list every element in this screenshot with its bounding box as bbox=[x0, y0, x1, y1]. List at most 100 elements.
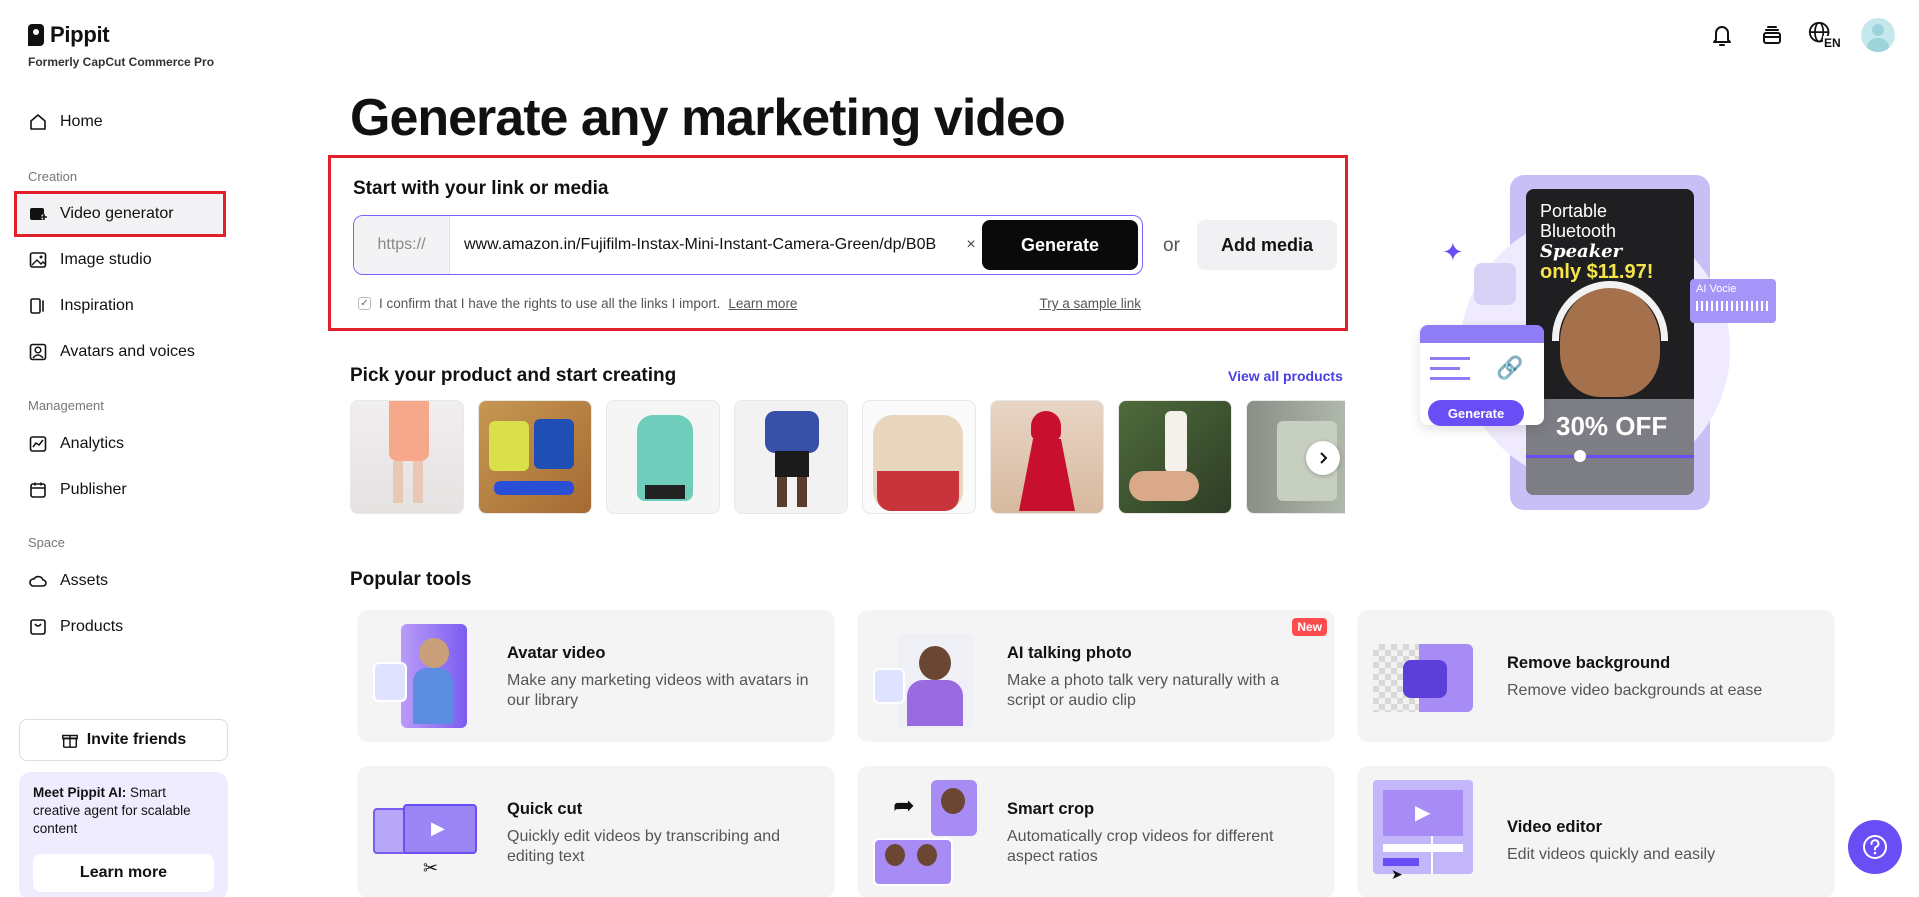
product-thumbnail[interactable] bbox=[350, 400, 464, 514]
learn-more-button[interactable]: Learn more bbox=[33, 854, 214, 892]
tool-description: Edit videos quickly and easily bbox=[1507, 846, 1716, 863]
promo-card-discount: 30% OFF bbox=[1556, 411, 1668, 441]
tool-description: Make any marketing videos with avatars i… bbox=[507, 672, 809, 709]
tool-title: Smart crop bbox=[1007, 800, 1095, 818]
new-badge: New bbox=[1292, 618, 1327, 636]
hero-illustration: Portable Bluetooth Speaker only $11.97! … bbox=[1420, 175, 1780, 515]
language-selector[interactable]: EN bbox=[1807, 20, 1842, 50]
pippit-logo[interactable]: Pippit bbox=[28, 22, 110, 48]
popular-tools-title: Popular tools bbox=[350, 569, 472, 590]
product-box-icon bbox=[30, 619, 46, 635]
products-section-title: Pick your product and start creating bbox=[350, 365, 677, 386]
invite-friends-button[interactable]: Invite friends bbox=[19, 719, 228, 761]
play-icon: ▶ bbox=[1415, 802, 1431, 824]
tool-description: Automatically crop videos for different … bbox=[1007, 828, 1274, 865]
bell-icon[interactable] bbox=[1707, 20, 1737, 50]
link-icon: 🔗 bbox=[1496, 355, 1524, 380]
sidebar-item-publisher[interactable]: Publisher bbox=[14, 467, 226, 513]
promo-text: Meet Pippit AI: Smart creative agent for… bbox=[33, 784, 214, 838]
sidebar-item-label: Publisher bbox=[60, 481, 127, 498]
sidebar-item-label: Video generator bbox=[60, 205, 174, 222]
tool-title: AI talking photo bbox=[1007, 644, 1132, 662]
tool-title: Video editor bbox=[1507, 818, 1603, 836]
promo-card-line1: Portable bbox=[1540, 201, 1608, 221]
ai-talking-photo-thumbnail bbox=[873, 624, 977, 728]
ai-voice-badge: AI Vocie bbox=[1690, 279, 1776, 323]
avatar-video-thumbnail bbox=[373, 624, 477, 728]
pippit-ai-promo: Meet Pippit AI: Smart creative agent for… bbox=[19, 772, 228, 897]
sidebar-item-label: Image studio bbox=[60, 251, 152, 268]
sidebar-item-home[interactable]: Home bbox=[14, 99, 226, 145]
try-sample-link[interactable]: Try a sample link bbox=[1039, 296, 1141, 311]
sidebar-item-label: Home bbox=[60, 113, 103, 130]
promo-bold: Meet Pippit AI: bbox=[33, 785, 127, 800]
tool-card-remove-background[interactable]: Remove background Remove video backgroun… bbox=[1357, 610, 1835, 742]
sidebar-item-assets[interactable]: Assets bbox=[14, 558, 226, 604]
user-avatar[interactable] bbox=[1861, 18, 1895, 52]
tool-card-avatar-video[interactable]: Avatar video Make any marketing videos w… bbox=[357, 610, 835, 742]
help-button[interactable] bbox=[1848, 820, 1902, 874]
view-all-products-link[interactable]: View all products bbox=[1228, 368, 1343, 384]
sidebar-item-image-studio[interactable]: Image studio bbox=[14, 237, 226, 283]
product-thumbnail[interactable] bbox=[1118, 400, 1232, 514]
clear-url-icon[interactable]: × bbox=[960, 236, 982, 254]
tool-title: Remove background bbox=[1507, 654, 1671, 672]
tool-description: Quickly edit videos by transcribing and … bbox=[507, 828, 781, 865]
illustration-generate-button: Generate bbox=[1428, 400, 1524, 426]
tool-card-video-editor[interactable]: ▶ ➤ Video editor Edit videos quickly and… bbox=[1357, 766, 1835, 897]
avatar-icon bbox=[29, 343, 47, 361]
learn-more-link[interactable]: Learn more bbox=[728, 296, 797, 311]
confirm-checkbox[interactable]: ✓ bbox=[358, 297, 371, 310]
smart-crop-thumbnail: ➦ bbox=[873, 780, 977, 886]
sidebar-item-video-generator[interactable]: Video generator bbox=[14, 191, 226, 237]
language-label: EN bbox=[1823, 36, 1842, 50]
sidebar-item-inspiration[interactable]: Inspiration bbox=[14, 283, 226, 329]
carousel-next-button[interactable] bbox=[1306, 441, 1340, 475]
link-section-title: Start with your link or media bbox=[353, 178, 609, 199]
section-label-space: Space bbox=[28, 535, 65, 550]
sidebar-item-products[interactable]: Products bbox=[14, 604, 226, 650]
analytics-icon bbox=[29, 436, 47, 452]
promo-card-line2: Bluetooth bbox=[1540, 221, 1617, 241]
product-thumbnail[interactable] bbox=[990, 400, 1104, 514]
tool-card-smart-crop[interactable]: ➦ Smart crop Automatically crop videos f… bbox=[857, 766, 1335, 897]
calendar-icon bbox=[30, 482, 46, 498]
product-thumbnail[interactable] bbox=[862, 400, 976, 514]
cloud-icon bbox=[29, 575, 47, 587]
inspiration-icon bbox=[30, 298, 44, 314]
link-input-section: Start with your link or media https:// w… bbox=[328, 155, 1348, 331]
invite-friends-label: Invite friends bbox=[86, 731, 187, 748]
sidebar-item-avatars-voices[interactable]: Avatars and voices bbox=[14, 329, 226, 375]
tool-card-quick-cut[interactable]: ▶ ✂ Quick cut Quickly edit videos by tra… bbox=[357, 766, 835, 897]
headphones-thumb bbox=[1474, 263, 1516, 305]
url-input[interactable]: www.amazon.in/Fujifilm-Instax-Mini-Insta… bbox=[450, 236, 960, 254]
section-label-creation: Creation bbox=[28, 169, 78, 184]
scissors-icon: ✂ bbox=[423, 858, 439, 878]
product-thumbnail[interactable] bbox=[734, 400, 848, 514]
tool-card-ai-talking-photo[interactable]: New AI talking photo Make a photo talk v… bbox=[857, 610, 1335, 742]
or-separator: or bbox=[1163, 235, 1180, 256]
sidebar-item-label: Products bbox=[60, 618, 124, 635]
header-icons: EN bbox=[1707, 18, 1895, 52]
video-editor-thumbnail: ▶ ➤ bbox=[1373, 780, 1477, 884]
tool-title: Quick cut bbox=[507, 800, 583, 818]
url-input-field[interactable]: https:// www.amazon.in/Fujifilm-Instax-M… bbox=[353, 215, 1143, 275]
add-media-button[interactable]: Add media bbox=[1197, 220, 1337, 270]
sidebar-item-analytics[interactable]: Analytics bbox=[14, 421, 226, 467]
sparkle-icon: ✦ bbox=[1442, 237, 1464, 267]
tool-description: Remove video backgrounds at ease bbox=[1507, 682, 1763, 699]
cursor-icon: ➤ bbox=[1391, 866, 1403, 882]
chevron-right-icon bbox=[1320, 452, 1328, 464]
ai-voice-label: AI Vocie bbox=[1696, 283, 1737, 295]
product-thumbnail[interactable] bbox=[478, 400, 592, 514]
subscription-icon[interactable] bbox=[1757, 20, 1787, 50]
home-icon bbox=[30, 114, 46, 130]
gift-icon bbox=[61, 734, 78, 748]
sidebar-item-label: Assets bbox=[60, 572, 109, 589]
product-thumbnail[interactable] bbox=[606, 400, 720, 514]
page-title: Generate any marketing video bbox=[350, 89, 1066, 147]
image-icon bbox=[29, 252, 47, 268]
url-prefix: https:// bbox=[354, 216, 450, 274]
sidebar-item-label: Analytics bbox=[60, 435, 125, 452]
generate-button[interactable]: Generate bbox=[982, 220, 1138, 270]
